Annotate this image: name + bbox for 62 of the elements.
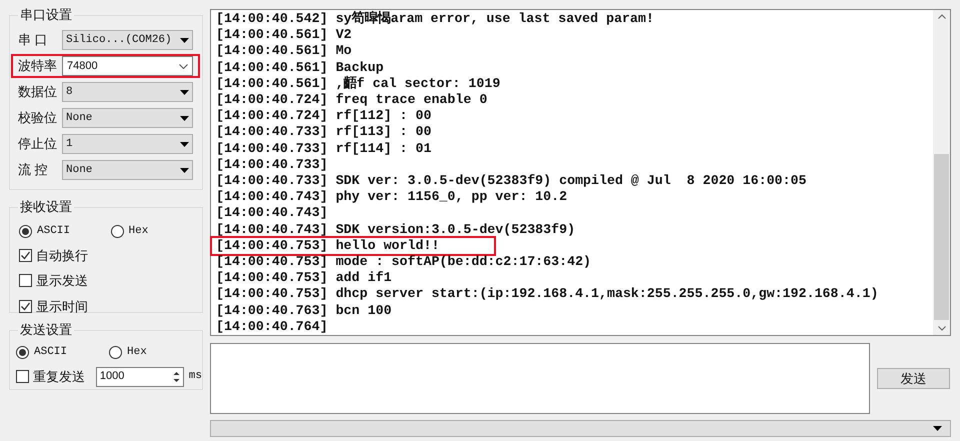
log-line: [14:00:40.764] xyxy=(215,318,329,336)
log-line: [14:00:40.733] xyxy=(215,156,329,174)
checkbox[interactable] xyxy=(19,248,32,262)
log-line: [14:00:40.724] freq trace enable 0 xyxy=(215,92,488,108)
send-button[interactable]: 发送 xyxy=(877,368,950,389)
chevron-down-icon xyxy=(179,64,188,68)
log-line: [14:00:40.561] Backup xyxy=(215,60,385,76)
log-line: [14:00:40.753] add if1 xyxy=(215,270,393,286)
log-line: [14:00:40.743] xyxy=(215,205,329,222)
field-label: 流 控 xyxy=(18,161,49,180)
radio-label: Hex xyxy=(127,345,147,360)
radio-label: Hex xyxy=(128,224,148,239)
scroll-up-icon xyxy=(938,14,946,19)
group-title: 发送设置 xyxy=(18,322,74,338)
radio-button[interactable] xyxy=(109,346,122,359)
log-line: [14:00:40.753] mode : softAP(be:dd:c2:17:63:42) xyxy=(215,254,592,270)
dropdown-arrow-icon xyxy=(180,168,189,172)
log-line: [14:00:40.724] rf[112] : 00 xyxy=(215,108,432,124)
dropdown-arrow-icon xyxy=(180,116,189,120)
dropdown-arrow-icon xyxy=(180,90,189,94)
field-label: 串 口 xyxy=(18,31,49,50)
log-line: [14:00:40.561] V2 xyxy=(215,27,353,44)
checkbox-label: 显示发送 xyxy=(36,272,88,290)
checkbox-label: 自动换行 xyxy=(36,246,88,264)
checkbox-label: 重复发送 xyxy=(33,368,85,386)
dropdown-arrow-icon xyxy=(180,142,189,146)
checkbox[interactable] xyxy=(19,300,32,313)
group-title: 接收设置 xyxy=(18,199,74,215)
radio-label: ASCII xyxy=(37,224,70,239)
dropdown-arrow-icon xyxy=(180,38,189,42)
checkbox[interactable] xyxy=(19,274,32,288)
send-input[interactable] xyxy=(210,343,870,414)
radio-button[interactable] xyxy=(16,346,29,359)
log-line: [14:00:40.753] hello world!! xyxy=(212,238,494,254)
log-line: [14:00:40.733] rf[113] : 00 xyxy=(215,124,432,141)
log-line: [14:00:40.542] sy笱暭愒aram error, use last saved param! xyxy=(215,11,655,28)
radio-button[interactable] xyxy=(110,224,124,238)
baud-rate-combo[interactable]: 74800 xyxy=(62,56,193,76)
dropdown[interactable]: 8 xyxy=(62,82,193,102)
interval-spinbox[interactable]: 1000 xyxy=(96,366,184,386)
log-line: [14:00:40.733] SDK ver: 3.0.5-dev(52383f9) compiled @ Jul 8 2020 16:00:05 xyxy=(215,173,808,190)
log-line: [14:00:40.753] dhcp server start:(ip:192.168.4.1,mask:255.255.255.0,gw:192.168.4.1) xyxy=(215,286,880,303)
checkbox[interactable] xyxy=(16,370,29,383)
log-line: [14:00:40.743] phy ver: 1156_0, pp ver: 10.2 xyxy=(215,189,568,206)
scrollbar[interactable] xyxy=(933,10,950,335)
dropdown[interactable]: 1 xyxy=(62,134,193,154)
scroll-down-icon xyxy=(938,326,946,331)
log-line: [14:00:40.763] bcn 100 xyxy=(215,302,393,319)
group-title: 串口设置 xyxy=(18,7,74,23)
dropdown[interactable]: None xyxy=(62,160,193,180)
log-line: [14:00:40.733] rf[114] : 01 xyxy=(215,140,432,157)
dropdown-arrow-icon xyxy=(933,426,942,431)
dropdown[interactable]: Silico...(COM26) xyxy=(62,30,193,50)
log-line: [14:00:40.743] SDK version:3.0.5-dev(52383f9) xyxy=(215,222,576,238)
checkbox-label: 显示时间 xyxy=(36,298,88,316)
unit-label: ms xyxy=(188,369,202,384)
log-line: [14:00:40.561] ,齬f cal sector: 1019 xyxy=(215,76,502,92)
scroll-thumb[interactable] xyxy=(934,154,950,320)
radio-label: ASCII xyxy=(34,345,68,360)
radio-button[interactable] xyxy=(19,224,32,238)
log-line: [14:00:40.561] Mo xyxy=(215,43,353,60)
dropdown[interactable]: None xyxy=(62,108,193,128)
